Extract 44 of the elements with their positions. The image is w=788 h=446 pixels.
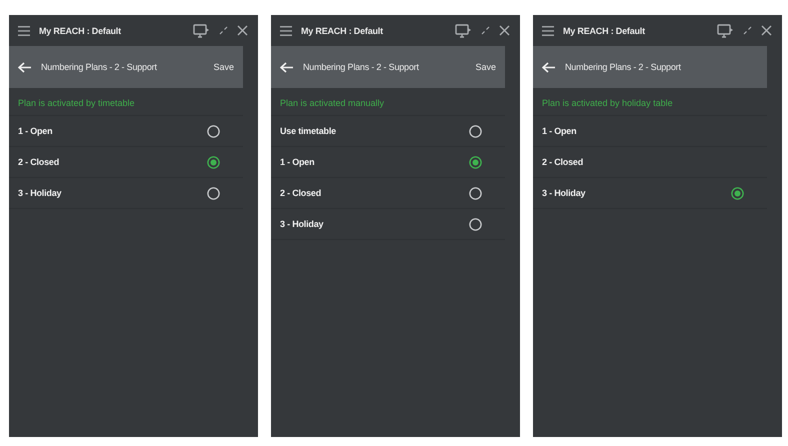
back-arrow-icon[interactable] — [280, 62, 293, 72]
page-title: Numbering Plans - 2 - Support — [303, 62, 420, 72]
window-title: My REACH : Default — [301, 26, 384, 36]
option-label[interactable]: 3 - Holiday — [18, 188, 62, 198]
save-button[interactable]: Save — [475, 62, 496, 72]
monitor-icon[interactable] — [193, 24, 210, 38]
back-arrow-icon[interactable] — [18, 62, 31, 72]
status-text: Plan is activated manually — [271, 88, 505, 116]
radio-selected-icon[interactable] — [469, 156, 482, 168]
monitor-icon[interactable] — [717, 24, 734, 38]
menu-icon[interactable] — [18, 26, 30, 36]
save-button[interactable]: Save — [213, 62, 234, 72]
radio-icon[interactable] — [207, 186, 220, 200]
minimize-icon[interactable] — [219, 26, 228, 35]
close-icon[interactable] — [499, 25, 510, 36]
option-label[interactable]: 2 - Closed — [18, 157, 60, 167]
window-title: My REACH : Default — [39, 26, 122, 36]
minimize-icon[interactable] — [743, 26, 752, 35]
page-title: Numbering Plans - 2 - Support — [41, 62, 158, 72]
status-text: Plan is activated by timetable — [9, 88, 243, 116]
option-label[interactable]: 1 - Open — [18, 126, 52, 136]
radio-selected-icon[interactable] — [731, 186, 744, 200]
back-arrow-icon[interactable] — [542, 62, 555, 72]
status-text: Plan is activated by holiday table — [533, 88, 767, 116]
option-label[interactable]: 2 - Closed — [542, 157, 584, 167]
option-label[interactable]: 2 - Closed — [280, 188, 322, 198]
radio-selected-icon[interactable] — [207, 156, 220, 168]
minimize-icon[interactable] — [481, 26, 490, 35]
option-label[interactable]: 1 - Open — [280, 157, 314, 167]
option-label[interactable]: 3 - Holiday — [280, 219, 324, 229]
page-title: Numbering Plans - 2 - Support — [565, 62, 682, 72]
window-title: My REACH : Default — [563, 26, 646, 36]
radio-icon[interactable] — [469, 124, 482, 138]
menu-icon[interactable] — [280, 26, 292, 36]
radio-icon[interactable] — [207, 124, 220, 138]
radio-icon[interactable] — [469, 218, 482, 230]
menu-icon[interactable] — [542, 26, 554, 36]
option-label[interactable]: 1 - Open — [542, 126, 576, 136]
monitor-icon[interactable] — [455, 24, 472, 38]
close-icon[interactable] — [237, 25, 248, 36]
option-label[interactable]: 3 - Holiday — [542, 188, 586, 198]
close-icon[interactable] — [761, 25, 772, 36]
radio-icon[interactable] — [469, 186, 482, 200]
option-label[interactable]: Use timetable — [280, 126, 336, 136]
